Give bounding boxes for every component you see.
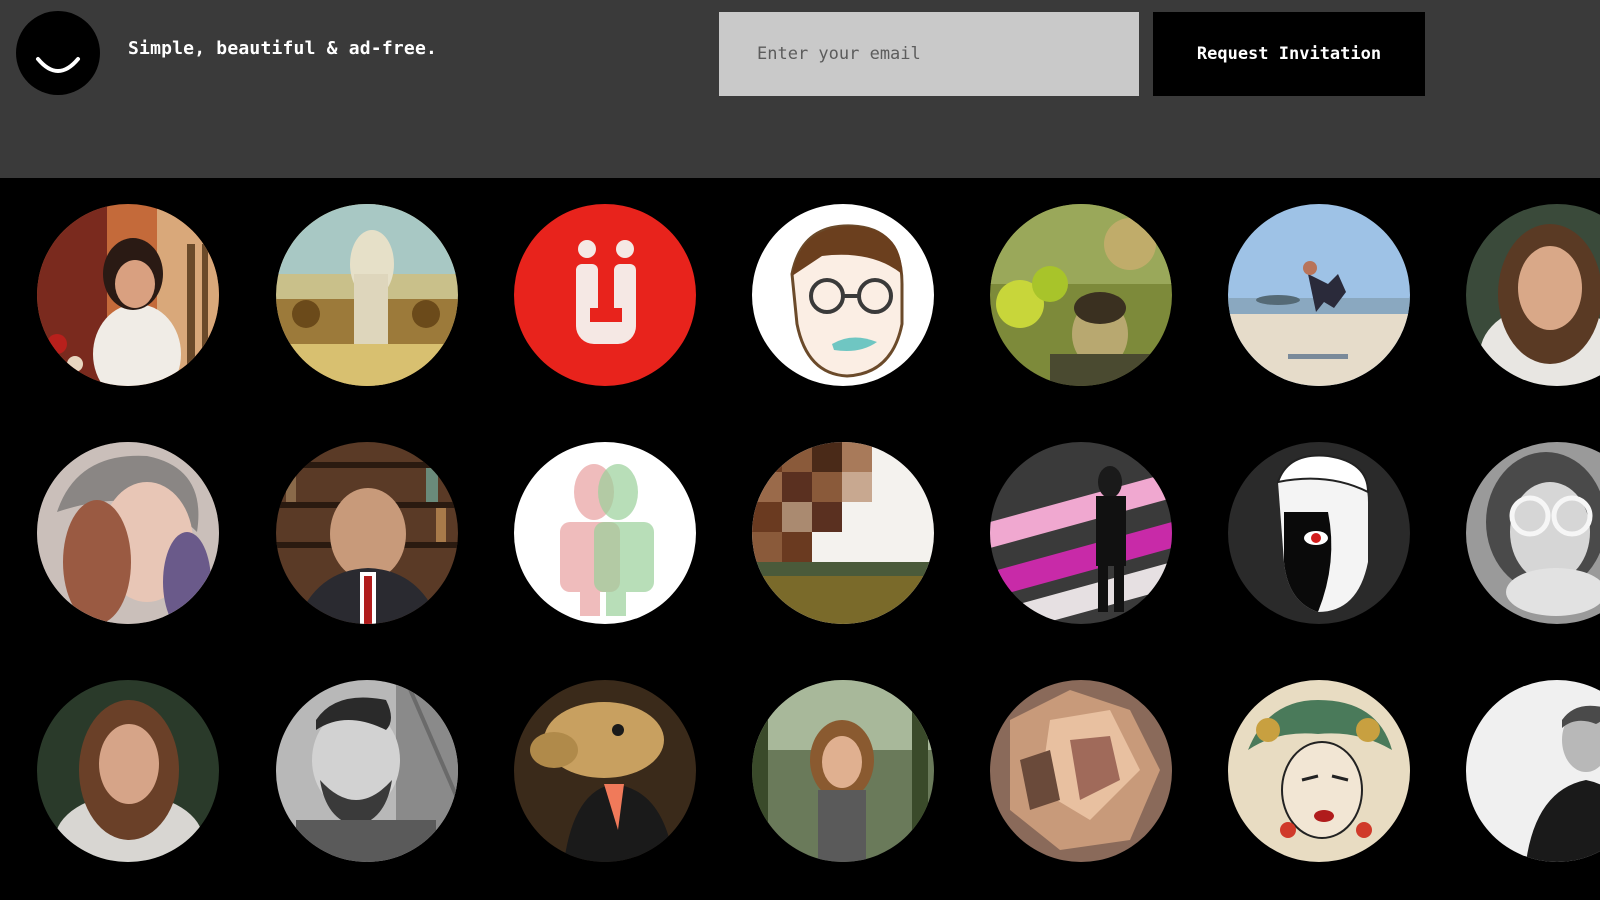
top-header: Simple, beautiful & ad-free. Request Inv…: [0, 0, 1600, 178]
avatar-man-profile-bw[interactable]: [1466, 680, 1600, 862]
avatar-crumpled-paper[interactable]: [990, 680, 1172, 862]
avatar-man-with-foliage[interactable]: [990, 204, 1172, 386]
avatar-jumping-on-beach[interactable]: [1228, 204, 1410, 386]
avatar-u-umlaut-logo[interactable]: [514, 204, 696, 386]
avatar-camel-mask-man[interactable]: [514, 680, 696, 862]
avatar-man-beard-bw[interactable]: [276, 680, 458, 862]
avatar-man-suit-bookshelf[interactable]: [276, 442, 458, 624]
avatar-woman-portrait-warm[interactable]: [37, 204, 219, 386]
avatar-woman-pink-stripes[interactable]: [990, 442, 1172, 624]
avatar-cartoon-man-glasses[interactable]: [752, 204, 934, 386]
tagline: Simple, beautiful & ad-free.: [128, 38, 438, 59]
avatar-woman-long-hair[interactable]: [1466, 204, 1600, 386]
avatar-woman-smiling-forest[interactable]: [752, 680, 934, 862]
smile-logo-icon[interactable]: [16, 11, 100, 95]
avatar-woman-long-hair-2[interactable]: [37, 680, 219, 862]
avatar-medusa-illustration[interactable]: [1228, 680, 1410, 862]
email-input[interactable]: [719, 12, 1139, 96]
avatar-illustrated-face-bw[interactable]: [1228, 442, 1410, 624]
avatar-blurred-figure-sepia[interactable]: [276, 204, 458, 386]
avatar-woman-glasses-bw[interactable]: [1466, 442, 1600, 624]
avatar-grid: [0, 178, 1600, 900]
request-invitation-button[interactable]: Request Invitation: [1153, 12, 1425, 96]
avatar-bust-anaglyph[interactable]: [514, 442, 696, 624]
avatar-woman-beanie[interactable]: [37, 442, 219, 624]
avatar-pixelated-landscape[interactable]: [752, 442, 934, 624]
